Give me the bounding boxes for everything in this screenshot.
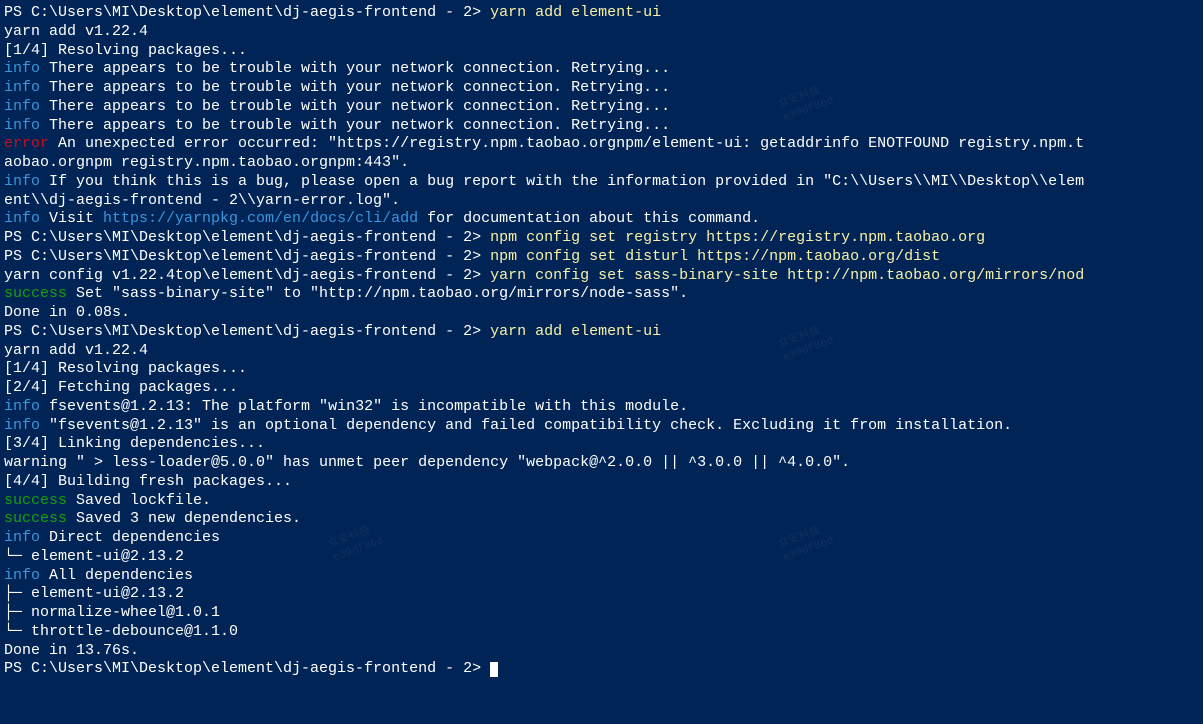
prompt-line: PS C:\Users\MI\Desktop\element\dj-aegis-… — [4, 229, 1199, 248]
cursor-icon — [490, 662, 498, 677]
success-line: success Saved lockfile. — [4, 492, 1199, 511]
prompt-current[interactable]: PS C:\Users\MI\Desktop\element\dj-aegis-… — [4, 660, 1199, 679]
prompt-line: PS C:\Users\MI\Desktop\element\dj-aegis-… — [4, 323, 1199, 342]
info-bug-2: ent\\dj-aegis-frontend - 2\\yarn-error.l… — [4, 192, 1199, 211]
success-line: success Set "sass-binary-site" to "http:… — [4, 285, 1199, 304]
command-text: npm config set registry https://registry… — [490, 229, 985, 246]
info-direct: info Direct dependencies — [4, 529, 1199, 548]
terminal-output[interactable]: PS C:\Users\MI\Desktop\element\dj-aegis-… — [4, 4, 1199, 679]
command-text: yarn add element-ui — [490, 323, 661, 340]
info-fsevents: info "fsevents@1.2.13" is an optional de… — [4, 417, 1199, 436]
info-all: info All dependencies — [4, 567, 1199, 586]
step-resolving: [1/4] Resolving packages... — [4, 42, 1199, 61]
prompt-line: PS C:\Users\MI\Desktop\element\dj-aegis-… — [4, 4, 1199, 23]
info-line: info There appears to be trouble with yo… — [4, 60, 1199, 79]
command-text: yarn add element-ui — [490, 4, 661, 21]
dep-tree-item: ├─ element-ui@2.13.2 — [4, 585, 1199, 604]
yarn-version: yarn add v1.22.4 — [4, 23, 1199, 42]
info-visit: info Visit https://yarnpkg.com/en/docs/c… — [4, 210, 1199, 229]
step-building: [4/4] Building fresh packages... — [4, 473, 1199, 492]
info-line: info There appears to be trouble with yo… — [4, 117, 1199, 136]
step-resolving: [1/4] Resolving packages... — [4, 360, 1199, 379]
info-bug: info If you think this is a bug, please … — [4, 173, 1199, 192]
dep-tree-item: ├─ normalize-wheel@1.0.1 — [4, 604, 1199, 623]
prompt-line: PS C:\Users\MI\Desktop\element\dj-aegis-… — [4, 248, 1199, 267]
prompt-line-mixed: yarn config v1.22.4top\element\dj-aegis-… — [4, 267, 1199, 286]
yarn-version: yarn add v1.22.4 — [4, 342, 1199, 361]
docs-link: https://yarnpkg.com/en/docs/cli/add — [103, 210, 418, 227]
info-line: info There appears to be trouble with yo… — [4, 98, 1199, 117]
dep-tree-item: └─ throttle-debounce@1.1.0 — [4, 623, 1199, 642]
error-line: error An unexpected error occurred: "htt… — [4, 135, 1199, 154]
error-line-2: aobao.orgnpm registry.npm.taobao.orgnpm:… — [4, 154, 1199, 173]
step-linking: [3/4] Linking dependencies... — [4, 435, 1199, 454]
command-text: yarn config set sass-binary-site http://… — [490, 267, 1084, 284]
info-fsevents: info fsevents@1.2.13: The platform "win3… — [4, 398, 1199, 417]
done-line: Done in 0.08s. — [4, 304, 1199, 323]
done-line: Done in 13.76s. — [4, 642, 1199, 661]
info-line: info There appears to be trouble with yo… — [4, 79, 1199, 98]
success-line: success Saved 3 new dependencies. — [4, 510, 1199, 529]
dep-tree-item: └─ element-ui@2.13.2 — [4, 548, 1199, 567]
step-fetching: [2/4] Fetching packages... — [4, 379, 1199, 398]
command-text: npm config set disturl https://npm.taoba… — [490, 248, 940, 265]
warning-line: warning " > less-loader@5.0.0" has unmet… — [4, 454, 1199, 473]
